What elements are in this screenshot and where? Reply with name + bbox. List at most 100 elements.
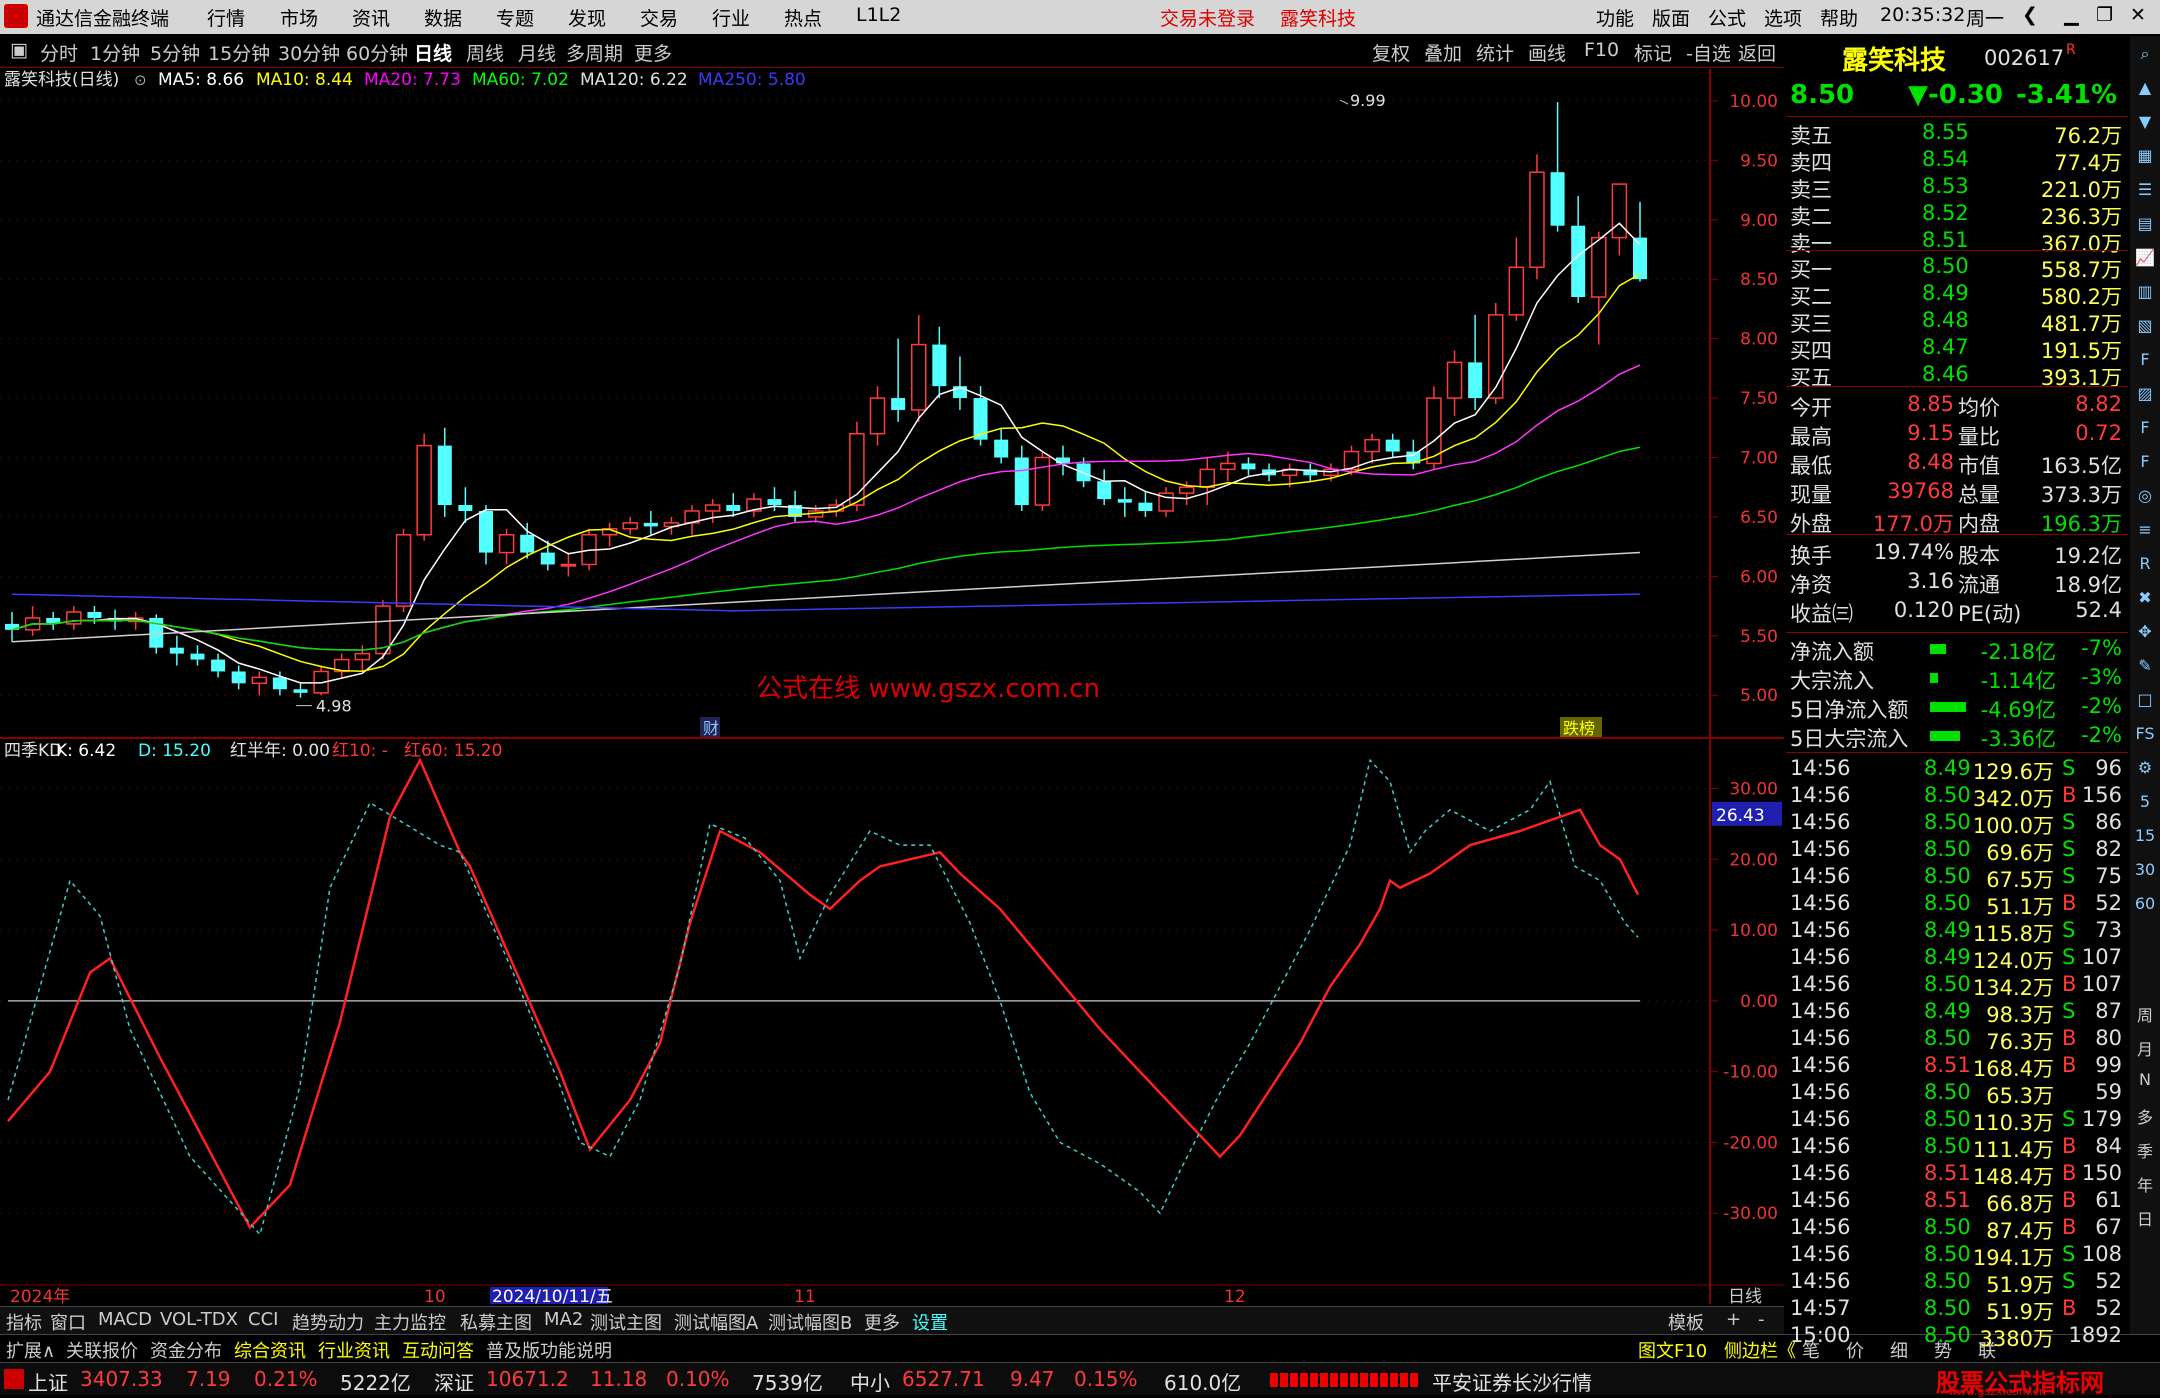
tab-shezhi[interactable]: 设置 (912, 1309, 948, 1335)
btn-tuwen-f10[interactable]: 图文F10 (1638, 1337, 1707, 1363)
tick-row[interactable]: 14:56 8.49 129.6万 S 96 (1786, 756, 2128, 784)
tab-zijin[interactable]: 资金分布 (150, 1337, 222, 1363)
kline-chart[interactable]: 露笑科技(日线) ⊙ MA5: 8.66 MA10: 8.44 MA20: 7.73 MA… (0, 69, 1784, 1304)
tick-row[interactable]: 14:56 8.50 194.1万 S 108 (1786, 1242, 2128, 1270)
tab-puji[interactable]: 普及版功能说明 (486, 1337, 612, 1363)
period-shortcut[interactable]: 年 (2134, 1172, 2156, 1195)
tab-hudong[interactable]: 互动问答 (402, 1337, 474, 1363)
btn-plus[interactable]: + (1726, 1309, 1741, 1330)
tab-macd[interactable]: MACD (98, 1309, 152, 1330)
tab-guanlian[interactable]: 关联报价 (66, 1337, 138, 1363)
flow-row[interactable]: 大宗流入 -1.14亿 -3% (1786, 665, 2128, 693)
tab-fenshi[interactable]: 分时 (40, 39, 78, 66)
menu-item-gongneng[interactable]: 功能 (1596, 4, 1634, 31)
tab-simu[interactable]: 私募主图 (460, 1309, 532, 1335)
menu-item-banmian[interactable]: 版面 (1652, 4, 1690, 31)
tick-row[interactable]: 14:56 8.50 51.9万 S 52 (1786, 1269, 2128, 1297)
tab-multi-period[interactable]: 多周期 (566, 39, 623, 66)
tab-ceshi-a[interactable]: 测试幅图A (674, 1309, 758, 1335)
tab-cci[interactable]: CCI (248, 1309, 278, 1330)
list-icon[interactable]: ☰ (2134, 180, 2156, 202)
chart2-icon[interactable]: ▨ (2134, 384, 2156, 406)
tick-row[interactable]: 14:56 8.51 168.4万 B 99 (1786, 1053, 2128, 1081)
tick-row[interactable]: 14:56 8.50 342.0万 B 156 (1786, 783, 2128, 811)
btn-tongji[interactable]: 统计 (1476, 39, 1514, 66)
tick-row[interactable]: 14:56 8.50 76.3万 B 80 (1786, 1026, 2128, 1054)
grid-icon[interactable]: ▦ (2134, 146, 2156, 168)
tab-monthly[interactable]: 月线 (518, 39, 556, 66)
menu-item-faxian[interactable]: 发现 (568, 4, 606, 31)
tick-row[interactable]: 14:56 8.50 100.0万 S 86 (1786, 810, 2128, 838)
btn-zixuan[interactable]: -自选 (1686, 39, 1731, 66)
tab-ceshi-b[interactable]: 测试幅图B (768, 1309, 852, 1335)
up-arrow-icon[interactable]: ▲ (2134, 78, 2156, 100)
stat2-row[interactable]: 换手 19.74% 股本 19.2亿 (1786, 540, 2128, 568)
stat-row[interactable]: 最低 8.48 市值 163.5亿 (1786, 450, 2128, 478)
tab-zonghe[interactable]: 综合资讯 (234, 1337, 306, 1363)
bid-row[interactable]: 买四 8.47 191.5万 (1786, 335, 2128, 363)
tab-hangye[interactable]: 行业资讯 (318, 1337, 390, 1363)
bid-row[interactable]: 买一 8.50 558.7万 (1786, 254, 2128, 282)
d5-icon[interactable]: 5 (2134, 792, 2156, 814)
btn-huaxian[interactable]: 画线 (1528, 39, 1566, 66)
tick-row[interactable]: 15:00 8.50 3380万 1892 (1786, 1323, 2128, 1351)
rsi-icon[interactable]: R (2134, 554, 2156, 576)
btn-biaoji[interactable]: 标记 (1634, 39, 1672, 66)
menu-item-hangqing[interactable]: 行情 (207, 4, 245, 31)
period-shortcut[interactable]: N (2134, 1070, 2156, 1092)
stat-row[interactable]: 外盘 177.0万 内盘 196.3万 (1786, 508, 2128, 536)
btn-diejia[interactable]: 叠加 (1424, 39, 1462, 66)
menu-item-zixun[interactable]: 资讯 (352, 4, 390, 31)
tab-vol-tdx[interactable]: VOL-TDX (160, 1309, 238, 1330)
lines-icon[interactable]: ≡ (2134, 520, 2156, 542)
tab-kuozhan[interactable]: 扩展∧ (6, 1337, 55, 1363)
menu-item-l1l2[interactable]: L1L2 (856, 4, 901, 26)
close-icon[interactable]: ✕ (2130, 4, 2146, 26)
square-icon[interactable]: □ (2134, 690, 2156, 712)
tick-row[interactable]: 14:56 8.50 65.3万 59 (1786, 1080, 2128, 1108)
search-icon[interactable]: ⌕ (2134, 44, 2156, 66)
d15-icon[interactable]: 15 (2134, 826, 2156, 848)
period-shortcut[interactable]: 多 (2134, 1104, 2156, 1127)
zx-label[interactable]: 中小 (850, 1367, 890, 1396)
stat-row[interactable]: 今开 8.85 均价 8.82 (1786, 392, 2128, 420)
ask-row[interactable]: 卖五 8.55 76.2万 (1786, 120, 2128, 148)
window-icon[interactable]: ▣ (10, 39, 28, 61)
btn-minus[interactable]: - (1758, 1309, 1765, 1330)
back-icon[interactable]: ❮ (2022, 4, 2038, 26)
tab-more[interactable]: 更多 (864, 1309, 900, 1335)
period-shortcut[interactable]: 日 (2134, 1206, 2156, 1229)
bid-row[interactable]: 买五 8.46 393.1万 (1786, 362, 2128, 390)
tab-1min[interactable]: 1分钟 (90, 39, 140, 66)
tab-weekly[interactable]: 周线 (466, 39, 504, 66)
table-icon[interactable]: ▤ (2134, 214, 2156, 236)
tick-row[interactable]: 14:56 8.50 110.3万 S 179 (1786, 1107, 2128, 1135)
menu-item-hangye[interactable]: 行业 (712, 4, 750, 31)
tab-ma2[interactable]: MA2 (544, 1309, 583, 1330)
menu-item-bangzhu[interactable]: 帮助 (1820, 4, 1858, 31)
ask-row[interactable]: 卖二 8.52 236.3万 (1786, 201, 2128, 229)
ask-row[interactable]: 卖四 8.54 77.4万 (1786, 147, 2128, 175)
tick-row[interactable]: 14:56 8.49 124.0万 S 107 (1786, 945, 2128, 973)
menu-item-zhuanti[interactable]: 专题 (496, 4, 534, 31)
btn-fuquan[interactable]: 复权 (1372, 39, 1410, 66)
period-shortcut[interactable]: 季 (2134, 1138, 2156, 1161)
tick-row[interactable]: 14:56 8.51 148.4万 B 150 (1786, 1161, 2128, 1189)
period-shortcut[interactable]: 周 (2134, 1002, 2156, 1025)
stat-row[interactable]: 最高 9.15 量比 0.72 (1786, 421, 2128, 449)
f2-icon[interactable]: F (2134, 452, 2156, 474)
pen-icon[interactable]: ✎ (2134, 656, 2156, 678)
tab-qushi[interactable]: 趋势动力 (292, 1309, 364, 1335)
menu-item-shuju[interactable]: 数据 (424, 4, 462, 31)
tab-60min[interactable]: 60分钟 (346, 39, 408, 66)
menu-item-xuanxiang[interactable]: 选项 (1764, 4, 1802, 31)
circle-icon[interactable]: ◎ (2134, 486, 2156, 508)
tick-row[interactable]: 14:56 8.50 134.2万 B 107 (1786, 972, 2128, 1000)
tab-5min[interactable]: 5分钟 (150, 39, 200, 66)
down-arrow-icon[interactable]: ▼ (2134, 112, 2156, 134)
tick-row[interactable]: 14:56 8.50 111.4万 B 84 (1786, 1134, 2128, 1162)
f10-icon[interactable]: F (2134, 350, 2156, 372)
ask-row[interactable]: 卖三 8.53 221.0万 (1786, 174, 2128, 202)
tick-row[interactable]: 14:56 8.50 69.6万 S 82 (1786, 837, 2128, 865)
period-shortcut[interactable]: 月 (2134, 1036, 2156, 1059)
